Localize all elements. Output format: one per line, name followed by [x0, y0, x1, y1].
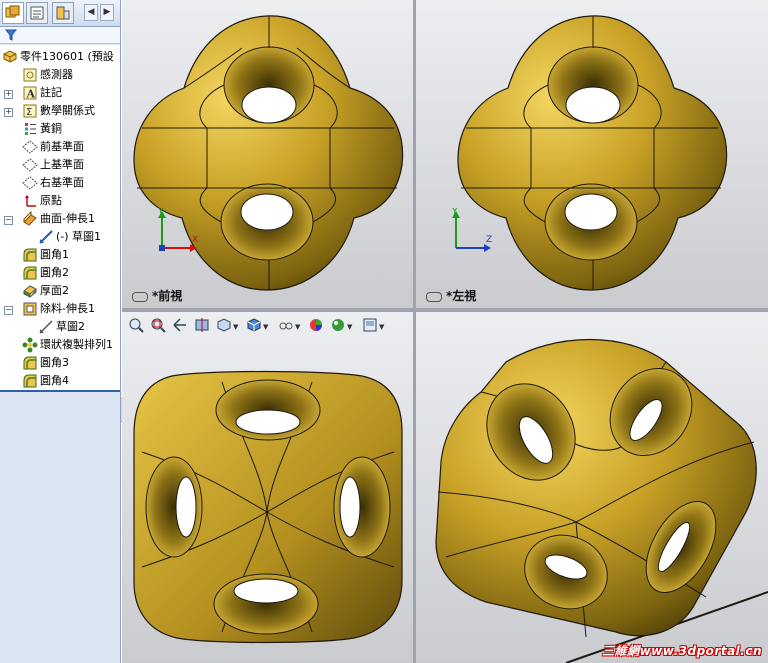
surface-extrude-icon — [23, 211, 37, 226]
tree-item-label: 感測器 — [40, 68, 73, 81]
sketch-icon — [39, 230, 53, 244]
configuration-icon — [56, 6, 70, 20]
triad-front: Y X — [157, 208, 198, 252]
tree-item-label: 黃銅 — [40, 122, 62, 135]
viewport-splitter-horizontal[interactable] — [122, 308, 768, 312]
link-views-icon[interactable] — [132, 291, 148, 302]
viewport-label-left: *左視 — [426, 287, 476, 304]
view-name: *左視 — [446, 289, 477, 303]
triad-left: Y Z — [451, 208, 492, 252]
configuration-manager-tab[interactable] — [52, 2, 74, 24]
circular-pattern-icon — [22, 337, 38, 353]
fillet-icon — [23, 266, 37, 280]
model-left-view[interactable] — [416, 0, 768, 308]
tree-item-label: 右基準面 — [40, 176, 84, 189]
fillet-icon — [23, 248, 37, 262]
tree-item-label: 厚面2 — [40, 284, 69, 297]
equation-icon: Σ — [23, 104, 37, 118]
plane-icon — [22, 158, 38, 172]
model-front-view[interactable] — [122, 0, 413, 308]
tab-scroll-left-button[interactable]: ◀ — [84, 4, 98, 21]
tree-item-label: 前基準面 — [40, 140, 84, 153]
sketch-icon — [39, 320, 53, 334]
viewport-label-front: *前視 — [132, 287, 182, 304]
property-manager-tab[interactable] — [26, 2, 48, 24]
feature-manager-tabs: ◀ ▶ — [0, 0, 120, 27]
tree-item-label: 圓角2 — [40, 266, 69, 279]
origin-icon — [25, 195, 36, 207]
expand-toggle[interactable]: + — [4, 108, 13, 117]
tree-item-label: 除料-伸長1 — [40, 302, 95, 315]
tree-item-label: 圓角1 — [40, 248, 69, 261]
viewport-isometric[interactable]: 三維網www.3dportal.cn — [416, 312, 768, 663]
feature-manager-tab[interactable] — [2, 2, 24, 24]
filter-bar[interactable] — [0, 27, 120, 44]
watermark-text: 三維網www.3dportal.cn — [602, 644, 762, 658]
sensor-icon — [23, 68, 37, 82]
model-isometric-view[interactable] — [416, 312, 768, 663]
tree-item-label: 草圖2 — [56, 320, 85, 333]
triad-z-label: Z — [486, 235, 492, 245]
tree-item-label: (-) 草圖1 — [56, 230, 102, 243]
tree-item-label: 數學關係式 — [40, 104, 95, 117]
tree-item-label: 原點 — [40, 194, 62, 207]
expand-toggle[interactable]: + — [4, 90, 13, 99]
feature-tree: 零件130601 (預設 感測器 + A 註記 + Σ 數學關係式 黃銅 前基準… — [0, 45, 120, 392]
view-name: *前視 — [152, 289, 183, 303]
plane-icon — [22, 176, 38, 190]
viewport-top-orientation[interactable]: ▼ ▼ ▼ ▼ ▼ — [122, 312, 413, 663]
tree-item-label: 環狀複製排列1 — [40, 338, 113, 351]
feature-tree-icon — [5, 5, 20, 18]
viewport-left[interactable]: Y Z *左視 — [416, 0, 768, 308]
triad-y-label: Y — [157, 208, 164, 217]
cut-extrude-icon — [23, 302, 37, 316]
material-icon — [25, 123, 36, 135]
tree-item-label: 圓角3 — [40, 356, 69, 369]
triad-x-label: X — [192, 235, 198, 245]
fillet-icon — [23, 374, 37, 388]
tree-item-label: 零件130601 (預設 — [20, 50, 114, 63]
collapse-toggle[interactable]: − — [4, 216, 13, 225]
property-icon — [30, 6, 44, 20]
tree-item-label: 上基準面 — [40, 158, 84, 171]
part-icon — [3, 50, 17, 63]
filter-icon[interactable] — [5, 29, 17, 41]
tree-item-label: 曲面-伸長1 — [40, 212, 95, 225]
thicken-icon — [23, 285, 37, 298]
model-top-view[interactable] — [122, 312, 413, 663]
svg-text:Σ: Σ — [26, 107, 32, 118]
triad-y-label: Y — [451, 208, 458, 217]
plane-icon — [22, 140, 38, 154]
link-views-icon[interactable] — [426, 291, 442, 302]
tree-item-label: 註記 — [40, 86, 62, 99]
viewport-splitter-vertical[interactable] — [413, 0, 416, 663]
fillet-icon — [23, 356, 37, 370]
svg-text:A: A — [26, 88, 36, 101]
tab-scroll-right-button[interactable]: ▶ — [100, 4, 114, 21]
annotation-icon: A — [23, 86, 37, 101]
viewport-front[interactable]: Y X *前視 — [122, 0, 413, 308]
collapse-toggle[interactable]: − — [4, 306, 13, 315]
feature-manager-panel: ◀ ▶ 零件130601 (預設 感測器 + A 註記 + Σ 數學關係式 黃銅 — [0, 0, 121, 663]
tree-item-label: 圓角4 — [40, 374, 69, 387]
